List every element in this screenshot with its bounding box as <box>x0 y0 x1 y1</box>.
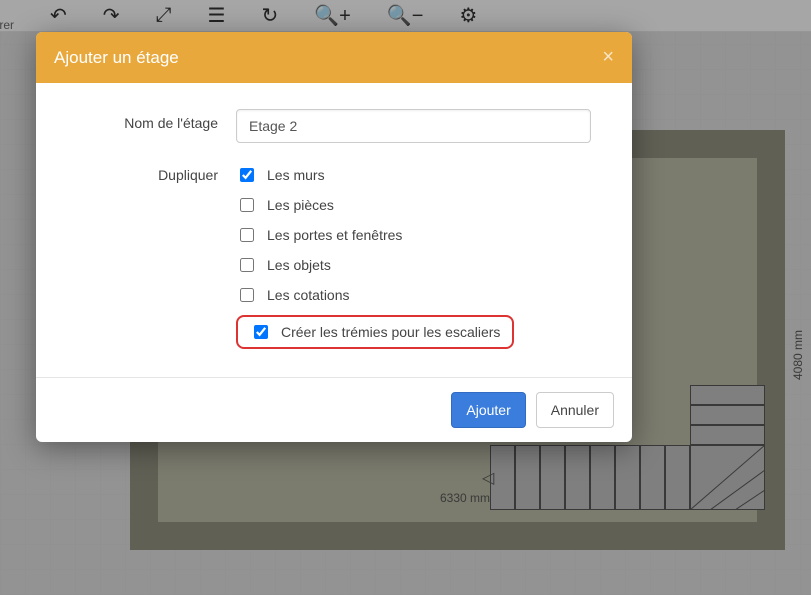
dup-checkbox-label: Créer les trémies pour les escaliers <box>281 324 500 340</box>
checkbox-item: Les pièces <box>236 195 604 215</box>
dup-checkbox-4[interactable] <box>240 288 254 302</box>
dup-checkbox-5[interactable] <box>254 325 268 339</box>
checkbox-item: Les murs <box>236 165 604 185</box>
canvas-stage: strer ↶ ↷ ⤢ ☰ ↻ 🔍+ 🔍− ⚙ 6330 mm 4080 mm <box>0 0 811 595</box>
dup-checkbox-label: Les objets <box>267 257 331 273</box>
dup-checkbox-0[interactable] <box>240 168 254 182</box>
dup-checkbox-label: Les cotations <box>267 287 350 303</box>
modal-header: Ajouter un étage × <box>36 32 632 83</box>
dup-checkbox-label: Les pièces <box>267 197 334 213</box>
dup-checkbox-2[interactable] <box>240 228 254 242</box>
duplicate-label: Dupliquer <box>64 161 236 183</box>
dup-checkbox-label: Les portes et fenêtres <box>267 227 402 243</box>
submit-button[interactable]: Ajouter <box>451 392 525 428</box>
dup-checkbox-label: Les murs <box>267 167 325 183</box>
checkbox-item: Les cotations <box>236 285 604 305</box>
dup-checkbox-1[interactable] <box>240 198 254 212</box>
add-floor-modal: Ajouter un étage × Nom de l'étage Dupliq… <box>36 32 632 442</box>
modal-title: Ajouter un étage <box>54 48 179 68</box>
modal-footer: Ajouter Annuler <box>36 377 632 442</box>
duplicate-options: Les murs Les pièces Les portes et fenêtres… <box>236 165 604 349</box>
cancel-button[interactable]: Annuler <box>536 392 614 428</box>
floor-name-field[interactable] <box>236 109 591 143</box>
modal-body: Nom de l'étage Dupliquer Les murs Les piè… <box>36 83 632 377</box>
close-icon[interactable]: × <box>602 46 614 69</box>
highlighted-option: Créer les trémies pour les escaliers <box>236 315 514 349</box>
modal-overlay: Ajouter un étage × Nom de l'étage Dupliq… <box>0 0 811 595</box>
checkbox-item: Les portes et fenêtres <box>236 225 604 245</box>
floor-name-label: Nom de l'étage <box>64 109 236 131</box>
checkbox-item: Créer les trémies pour les escaliers <box>236 315 604 349</box>
checkbox-item: Les objets <box>236 255 604 275</box>
dup-checkbox-3[interactable] <box>240 258 254 272</box>
